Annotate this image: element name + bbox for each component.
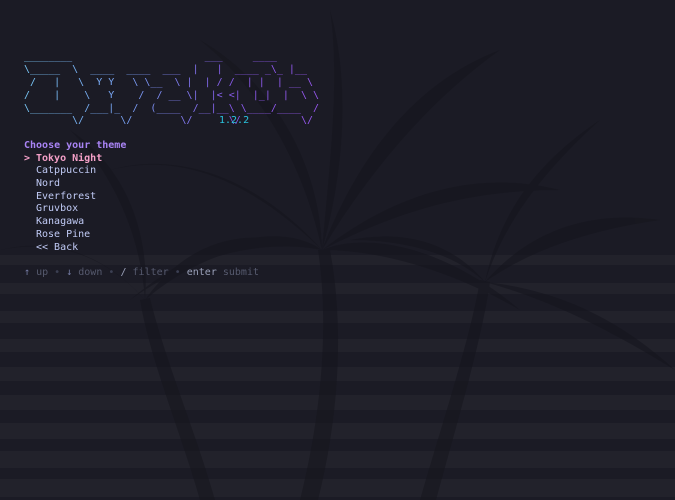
theme-option-label: Nord [36, 178, 61, 190]
help-up-label: up [36, 267, 49, 278]
help-separator: • [174, 267, 181, 278]
arrow-down-icon: ↓ [66, 267, 73, 278]
theme-option-tokyo-night[interactable]: > Tokyo Night [24, 153, 126, 166]
selection-cursor: > [24, 152, 31, 164]
theme-option-nord[interactable]: Nord [24, 178, 126, 191]
help-filter-label: filter [132, 267, 169, 278]
theme-option-catppuccin[interactable]: Catppuccin [24, 165, 126, 178]
help-submit-key: enter [186, 267, 217, 278]
theme-option-back[interactable]: << Back [24, 242, 126, 255]
theme-option-label: Kanagawa [36, 216, 85, 228]
help-separator: • [108, 267, 115, 278]
help-separator: • [54, 267, 61, 278]
theme-options-list: > Tokyo Night Catppuccin Nord Everforest … [24, 153, 126, 255]
theme-option-label: Gruvbox [36, 203, 79, 215]
ascii-logo: ________ ___ ____ \_____ \ ____ ____ ___… [24, 51, 320, 127]
keybinding-help: ↑ up • ↓ down • / filter • enter submit [24, 267, 259, 278]
ascii-logo-container: ________ ___ ____ \_____ \ ____ ____ ___… [24, 26, 319, 154]
theme-option-label: Rose Pine [36, 228, 91, 240]
theme-option-rose-pine[interactable]: Rose Pine [24, 229, 126, 242]
help-submit-label: submit [222, 267, 259, 278]
theme-option-gruvbox[interactable]: Gruvbox [24, 203, 126, 216]
theme-option-everforest[interactable]: Everforest [24, 191, 126, 204]
prompt-title: Choose your theme [24, 140, 127, 151]
theme-picker: Choose your theme > Tokyo Night Catppucci… [24, 140, 126, 254]
theme-option-label: Catppuccin [36, 165, 97, 177]
version-label: 1.2.2 [219, 115, 250, 126]
help-down-label: down [78, 267, 103, 278]
help-filter-key: / [120, 267, 127, 278]
theme-option-label: Everforest [36, 190, 97, 202]
theme-option-kanagawa[interactable]: Kanagawa [24, 216, 126, 229]
terminal-window: ________ ___ ____ \_____ \ ____ ____ ___… [0, 0, 675, 500]
arrow-up-icon: ↑ [24, 267, 31, 278]
theme-option-label: Tokyo Night [36, 152, 103, 164]
theme-option-label: << Back [36, 241, 79, 253]
